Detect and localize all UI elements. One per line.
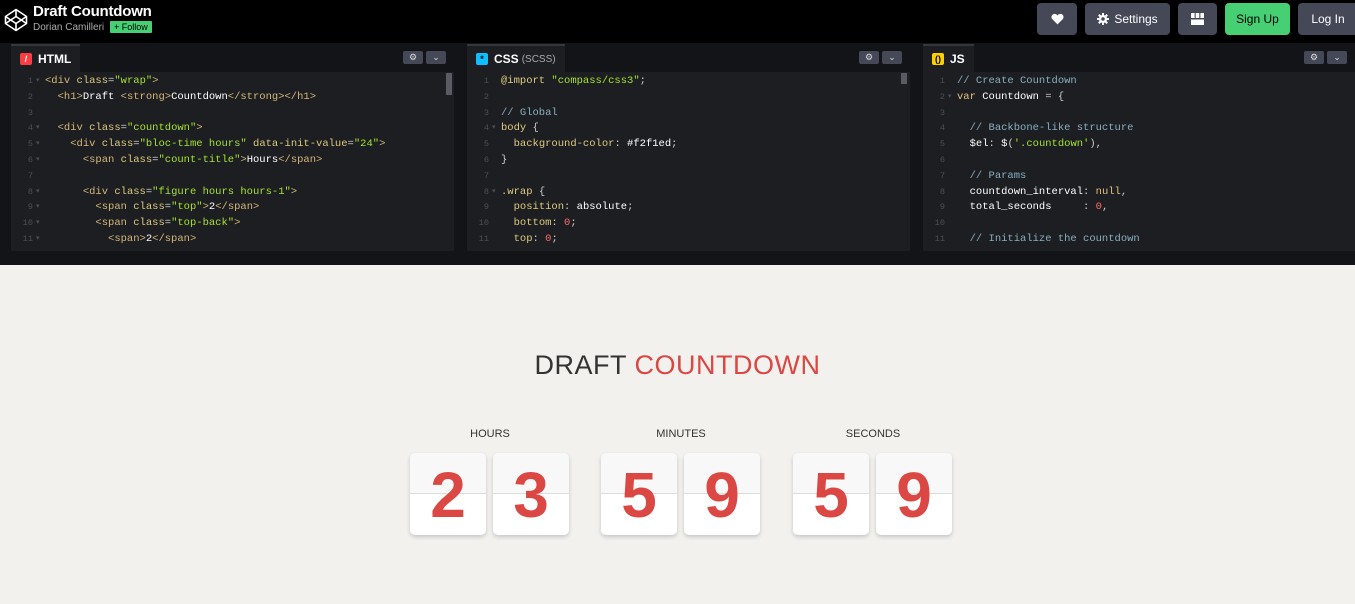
- heading-main: DRAFT: [534, 350, 627, 380]
- css-collapse-button[interactable]: ⌄: [882, 51, 902, 64]
- js-pane-header: () JS ⚙ ⌄: [923, 43, 1355, 72]
- css-icon: *: [476, 53, 488, 65]
- settings-label: Settings: [1114, 12, 1158, 26]
- js-editor-pane[interactable]: () JS ⚙ ⌄ 1// Create Countdown 2 ▾ var Cou…: [923, 43, 1355, 251]
- css-editor-pane[interactable]: * CSS (SCSS) ⚙ ⌄ 1 @import "compass/css3"…: [467, 43, 910, 251]
- chevron-down-icon: ⌄: [432, 52, 440, 62]
- css-code[interactable]: 1 @import "compass/css3"; 2 3// Global 4 ▾…: [467, 74, 910, 248]
- heading-accent: COUNTDOWN: [634, 350, 821, 380]
- minutes-block: MINUTES 5 9: [601, 427, 761, 535]
- html-code[interactable]: 1 ▾ <div class="wrap"> 2 <h1>Draft <strong…: [11, 74, 454, 248]
- minutes-title: MINUTES: [656, 428, 706, 440]
- tab-css-label: CSS: [494, 52, 519, 66]
- hours-digit-2: 3: [493, 453, 569, 535]
- log-in-button[interactable]: Log In: [1298, 3, 1355, 35]
- css-pane-header: * CSS (SCSS) ⚙ ⌄: [467, 43, 910, 72]
- tab-js-label: JS: [950, 52, 965, 66]
- css-settings-button[interactable]: ⚙: [859, 51, 879, 64]
- html-collapse-button[interactable]: ⌄: [426, 51, 446, 64]
- js-icon: (): [932, 53, 944, 65]
- html-icon: /: [20, 53, 32, 65]
- sign-up-button[interactable]: Sign Up: [1225, 3, 1290, 35]
- hours-digit-1: 2: [410, 453, 486, 535]
- follow-button[interactable]: + Follow: [110, 21, 152, 33]
- minutes-digit-1: 5: [601, 453, 677, 535]
- tab-js[interactable]: () JS: [923, 44, 974, 72]
- countdown-heading: DRAFT COUNTDOWN: [0, 350, 1355, 381]
- settings-button[interactable]: Settings: [1085, 3, 1170, 35]
- hours-block: HOURS 2 3: [410, 427, 570, 535]
- seconds-digit-1: 5: [793, 453, 869, 535]
- editor-area: / HTML ⚙ ⌄ 1 ▾ <div class="wrap"> 2 <h1>Dr…: [0, 43, 1355, 265]
- tab-css[interactable]: * CSS (SCSS): [467, 44, 565, 72]
- tab-css-sub: (SCSS): [521, 53, 556, 65]
- heart-icon: [1050, 13, 1064, 25]
- gear-icon: ⚙: [1309, 52, 1319, 62]
- pen-title: Draft Countdown: [33, 3, 152, 20]
- tab-html[interactable]: / HTML: [11, 44, 81, 72]
- author-name[interactable]: Dorian Camilleri: [33, 22, 104, 33]
- tab-html-label: HTML: [38, 52, 72, 66]
- minutes-digit-2: 9: [684, 453, 760, 535]
- html-settings-button[interactable]: ⚙: [403, 51, 423, 64]
- seconds-block: SECONDS 5 9: [793, 427, 953, 535]
- layout-button[interactable]: [1178, 3, 1217, 35]
- js-code[interactable]: 1// Create Countdown 2 ▾ var Countdown = {…: [923, 74, 1355, 248]
- gear-icon: ⚙: [864, 52, 874, 62]
- gear-icon: [1097, 13, 1110, 25]
- chevron-down-icon: ⌄: [888, 52, 896, 62]
- heart-button[interactable]: [1037, 3, 1077, 35]
- seconds-title: SECONDS: [845, 428, 901, 440]
- chevron-down-icon: ⌄: [1333, 52, 1341, 62]
- seconds-digit-2: 9: [876, 453, 952, 535]
- js-settings-button[interactable]: ⚙: [1304, 51, 1324, 64]
- html-pane-header: / HTML ⚙ ⌄: [11, 43, 454, 72]
- hours-title: HOURS: [470, 428, 510, 440]
- top-bar: Draft Countdown Dorian Camilleri + Follo…: [0, 0, 1355, 43]
- html-editor-pane[interactable]: / HTML ⚙ ⌄ 1 ▾ <div class="wrap"> 2 <h1>Dr…: [11, 43, 454, 251]
- result-preview: DRAFT COUNTDOWN HOURS 2 3 MINUTES 5 9 SE…: [0, 265, 1355, 604]
- gear-icon: ⚙: [408, 52, 418, 62]
- js-collapse-button[interactable]: ⌄: [1327, 51, 1347, 64]
- codepen-logo-icon[interactable]: [4, 8, 28, 32]
- layout-icon: [1191, 13, 1204, 25]
